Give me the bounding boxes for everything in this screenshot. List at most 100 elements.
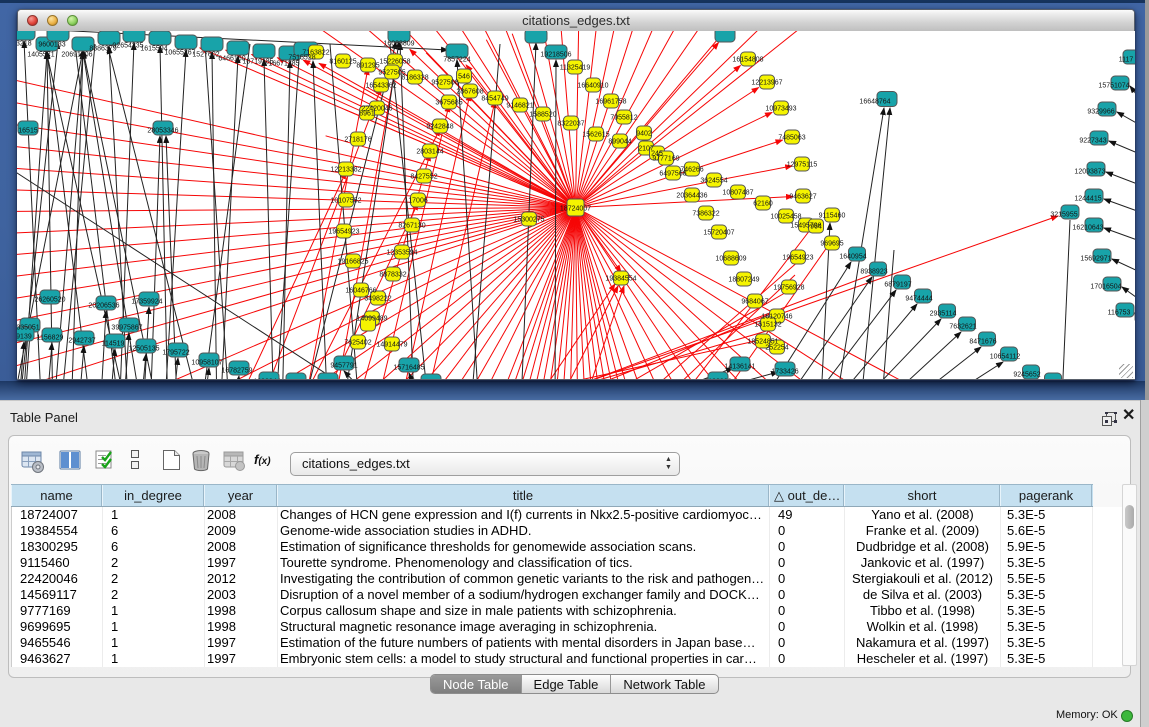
svg-text:335051: 335051 xyxy=(17,325,40,332)
svg-text:8878332: 8878332 xyxy=(379,272,406,279)
svg-text:12213382: 12213382 xyxy=(330,167,361,174)
svg-text:28053346: 28053346 xyxy=(147,128,178,135)
svg-text:9684067: 9684067 xyxy=(741,299,768,306)
svg-text:62160: 62160 xyxy=(753,201,773,208)
svg-text:1588520: 1588520 xyxy=(529,112,556,119)
svg-text:15751074: 15751074 xyxy=(1098,83,1129,90)
svg-text:7625402: 7625402 xyxy=(344,340,371,347)
svg-text:8471676: 8471676 xyxy=(969,339,996,346)
svg-text:16648764: 16648764 xyxy=(859,99,890,106)
svg-text:19218506: 19218506 xyxy=(540,52,571,59)
svg-text:10973493: 10973493 xyxy=(765,106,796,113)
svg-text:17016504: 17016504 xyxy=(1090,284,1121,291)
svg-text:39139: 39139 xyxy=(17,334,32,341)
svg-text:14099489: 14099489 xyxy=(356,316,387,323)
svg-text:9402: 9402 xyxy=(636,131,652,138)
svg-text:16543362: 16543362 xyxy=(365,83,396,90)
svg-text:8160125: 8160125 xyxy=(329,59,356,66)
svg-text:6497568: 6497568 xyxy=(659,171,686,178)
svg-text:1117: 1117 xyxy=(1119,57,1134,64)
svg-text:1562615: 1562615 xyxy=(582,132,609,139)
svg-text:3498222: 3498222 xyxy=(364,296,391,303)
svg-text:16961758: 16961758 xyxy=(595,99,626,106)
svg-text:9242848: 9242848 xyxy=(426,124,453,131)
svg-text:114519: 114519 xyxy=(102,341,125,348)
svg-text:252254: 252254 xyxy=(765,345,788,352)
svg-text:19384554: 19384554 xyxy=(605,276,636,283)
svg-text:20206536: 20206536 xyxy=(88,303,119,310)
svg-text:899044: 899044 xyxy=(608,139,631,146)
svg-text:19654923: 19654923 xyxy=(328,229,359,236)
svg-text:9227343: 9227343 xyxy=(1079,138,1106,145)
svg-text:2935114: 2935114 xyxy=(930,311,957,318)
svg-text:9463627: 9463627 xyxy=(789,194,816,201)
svg-text:12975115: 12975115 xyxy=(787,162,818,169)
svg-text:964: 964 xyxy=(810,224,822,231)
svg-text:7485063: 7485063 xyxy=(778,135,805,142)
svg-text:15692971: 15692971 xyxy=(1080,256,1111,263)
svg-text:0433218: 0433218 xyxy=(17,41,32,48)
svg-text:26260520: 26260520 xyxy=(34,297,65,304)
svg-text:17359924: 17359924 xyxy=(131,299,162,306)
svg-text:1795722: 1795722 xyxy=(162,350,189,357)
svg-text:11325419: 11325419 xyxy=(560,65,591,72)
svg-text:10958107: 10958107 xyxy=(191,360,222,367)
svg-text:1244415: 1244415 xyxy=(1074,196,1101,203)
svg-text:1527602: 1527602 xyxy=(192,52,219,59)
svg-text:15226058: 15226058 xyxy=(379,59,410,66)
svg-text:16671385: 16671385 xyxy=(268,61,299,68)
svg-text:3675685: 3675685 xyxy=(435,100,462,107)
svg-text:969695: 969695 xyxy=(820,241,843,248)
svg-text:16120746: 16120746 xyxy=(761,314,792,321)
svg-text:18724007: 18724007 xyxy=(560,206,591,213)
svg-text:16046766: 16046766 xyxy=(345,288,376,295)
svg-text:7386322: 7386322 xyxy=(692,211,719,218)
svg-text:1733426: 1733426 xyxy=(771,369,798,376)
svg-text:6879197: 6879197 xyxy=(884,282,911,289)
svg-text:15300275: 15300275 xyxy=(513,217,544,224)
svg-text:16210643: 16210643 xyxy=(1072,225,1103,232)
svg-text:12213967: 12213967 xyxy=(751,80,782,87)
svg-text:02654235: 02654235 xyxy=(112,43,143,50)
svg-text:9600133: 9600133 xyxy=(38,42,65,49)
svg-text:12353594: 12353594 xyxy=(386,250,417,257)
svg-text:1615132: 1615132 xyxy=(754,322,781,329)
svg-text:39975867: 39975867 xyxy=(111,325,142,332)
svg-text:2803144: 2803144 xyxy=(416,149,443,156)
svg-text:7857224: 7857224 xyxy=(443,57,470,64)
svg-text:9474444: 9474444 xyxy=(905,296,932,303)
svg-text:15716485: 15716485 xyxy=(393,365,424,372)
svg-text:9329966: 9329966 xyxy=(1087,109,1114,116)
svg-text:10654112: 10654112 xyxy=(990,354,1021,361)
svg-text:20691406: 20691406 xyxy=(61,52,92,59)
svg-text:10655267: 10655267 xyxy=(164,50,195,57)
svg-text:10025458: 10025458 xyxy=(770,214,801,221)
svg-text:116753: 116753 xyxy=(1108,310,1131,317)
svg-text:9777169: 9777169 xyxy=(652,156,679,163)
svg-text:2867608: 2867608 xyxy=(456,89,483,96)
svg-text:891295: 891295 xyxy=(356,63,379,70)
svg-text:9527508: 9527508 xyxy=(431,80,458,87)
svg-text:7163822: 7163822 xyxy=(302,50,329,57)
svg-text:1405571: 1405571 xyxy=(27,52,54,59)
svg-text:12093873: 12093873 xyxy=(1074,169,1105,176)
svg-text:1292344: 1292344 xyxy=(253,379,280,380)
svg-text:10107552: 10107552 xyxy=(330,198,361,205)
svg-text:2718176: 2718176 xyxy=(344,137,371,144)
svg-text:3624554: 3624554 xyxy=(700,178,727,185)
svg-text:9146821: 9146821 xyxy=(506,103,533,110)
svg-text:9115460: 9115460 xyxy=(819,213,846,220)
svg-text:1640954: 1640954 xyxy=(839,254,866,261)
svg-text:16640910: 16640910 xyxy=(577,83,608,90)
svg-text:12505135: 12505135 xyxy=(128,346,159,353)
svg-text:16033809: 16033809 xyxy=(383,41,414,48)
svg-text:8427552: 8427552 xyxy=(410,174,437,181)
svg-text:18807249: 18807249 xyxy=(728,277,759,284)
svg-text:15720407: 15720407 xyxy=(703,230,734,237)
svg-text:19654923: 19654923 xyxy=(782,255,813,262)
svg-text:8267130: 8267130 xyxy=(398,223,425,230)
svg-text:8186328: 8186328 xyxy=(401,75,428,82)
svg-text:1156829: 1156829 xyxy=(37,335,64,342)
svg-text:8961: 8961 xyxy=(359,111,375,118)
svg-text:8813054: 8813054 xyxy=(522,31,549,32)
